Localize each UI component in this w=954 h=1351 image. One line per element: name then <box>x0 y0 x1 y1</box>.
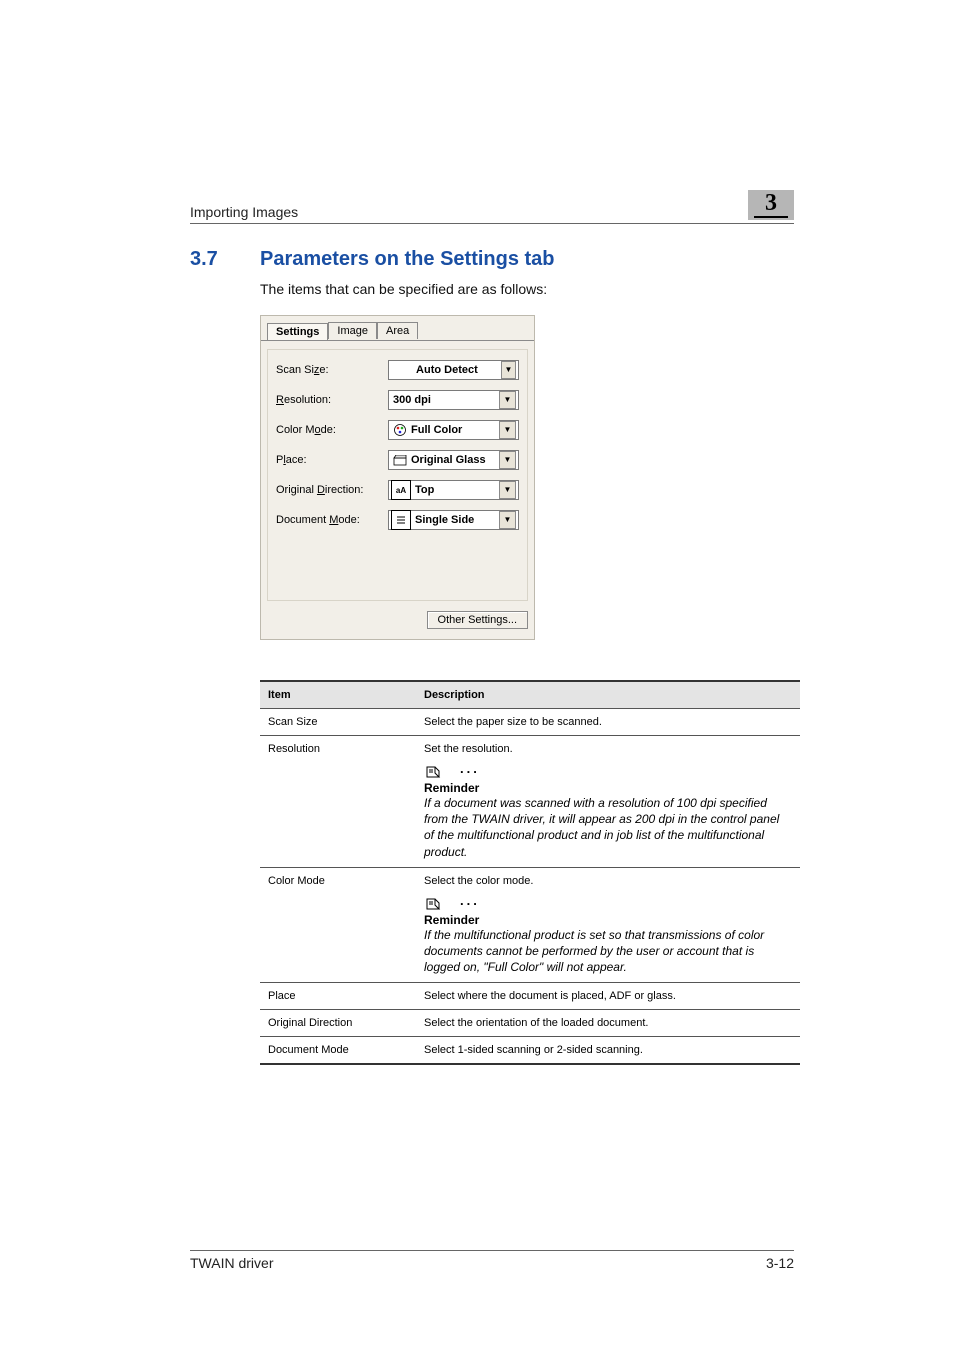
chevron-down-icon: ▼ <box>499 421 516 439</box>
tab-settings[interactable]: Settings <box>267 323 328 340</box>
place-label: Place: <box>276 454 388 466</box>
chevron-down-icon: ▼ <box>499 481 516 499</box>
tab-area[interactable]: Area <box>377 322 418 339</box>
item-cell: Place <box>260 983 416 1010</box>
original-direction-label: Original Direction: <box>276 484 388 496</box>
item-cell: Color Mode <box>260 867 416 983</box>
description-cell: Select the paper size to be scanned. <box>416 709 800 736</box>
scan-size-select[interactable]: Auto Detect ▼ <box>388 360 519 380</box>
place-select[interactable]: Original Glass ▼ <box>388 450 519 470</box>
table-row: Document ModeSelect 1-sided scanning or … <box>260 1037 800 1065</box>
header-title: Importing Images <box>190 204 298 220</box>
glass-icon <box>393 453 407 467</box>
footer-product: TWAIN driver <box>190 1255 273 1271</box>
single-side-icon <box>391 510 411 530</box>
footer-page-number: 3-12 <box>766 1255 794 1271</box>
description-cell: Set the resolution....ReminderIf a docum… <box>416 736 800 868</box>
palette-icon <box>393 423 407 437</box>
chevron-down-icon: ▼ <box>501 361 516 379</box>
description-cell: Select the color mode....ReminderIf the … <box>416 867 800 983</box>
reminder-title: Reminder <box>424 781 792 795</box>
item-cell: Document Mode <box>260 1037 416 1065</box>
reminder-title: Reminder <box>424 913 792 927</box>
section-number: 3.7 <box>190 248 260 271</box>
page-header: Importing Images 3 <box>190 190 794 224</box>
col-header-description: Description <box>416 681 800 709</box>
item-cell: Resolution <box>260 736 416 868</box>
color-mode-select[interactable]: Full Color ▼ <box>388 420 519 440</box>
parameters-table: Item Description Scan SizeSelect the pap… <box>260 680 800 1065</box>
tab-image[interactable]: Image <box>328 322 377 339</box>
table-row: PlaceSelect where the document is placed… <box>260 983 800 1010</box>
col-header-item: Item <box>260 681 416 709</box>
table-row: Original DirectionSelect the orientation… <box>260 1010 800 1037</box>
scan-size-label: Scan Size: <box>276 364 388 376</box>
settings-panel: Settings Image Area Scan Size: Auto Dete… <box>260 315 535 640</box>
color-mode-label: Color Mode: <box>276 424 388 436</box>
table-row: Color ModeSelect the color mode....Remin… <box>260 867 800 983</box>
document-mode-select[interactable]: Single Side ▼ <box>388 510 519 530</box>
item-cell: Original Direction <box>260 1010 416 1037</box>
other-settings-button[interactable]: Other Settings... <box>427 611 528 629</box>
reminder-body: If a document was scanned with a resolut… <box>424 795 792 860</box>
reminder-body: If the multifunctional product is set so… <box>424 927 792 976</box>
description-cell: Select where the document is placed, ADF… <box>416 983 800 1010</box>
panel-tab-strip: Settings Image Area <box>267 322 528 339</box>
resolution-select[interactable]: 300 dpi ▼ <box>388 390 519 410</box>
table-row: Scan SizeSelect the paper size to be sca… <box>260 709 800 736</box>
section-heading: 3.7 Parameters on the Settings tab <box>190 248 794 271</box>
chevron-down-icon: ▼ <box>499 391 516 409</box>
page-footer: TWAIN driver 3-12 <box>190 1250 794 1271</box>
description-cell: Select 1-sided scanning or 2-sided scann… <box>416 1037 800 1065</box>
orientation-icon: aA <box>391 480 411 500</box>
chevron-down-icon: ▼ <box>499 511 516 529</box>
settings-form: Scan Size: Auto Detect ▼ Resolution: 300… <box>267 349 528 601</box>
table-row: ResolutionSet the resolution....Reminder… <box>260 736 800 868</box>
chapter-badge: 3 <box>748 190 794 220</box>
section-intro: The items that can be specified are as f… <box>260 281 794 297</box>
document-mode-label: Document Mode: <box>276 514 388 526</box>
resolution-label: Resolution: <box>276 394 388 406</box>
description-cell: Select the orientation of the loaded doc… <box>416 1010 800 1037</box>
item-cell: Scan Size <box>260 709 416 736</box>
section-title: Parameters on the Settings tab <box>260 248 555 271</box>
chevron-down-icon: ▼ <box>499 451 516 469</box>
original-direction-select[interactable]: aA Top ▼ <box>388 480 519 500</box>
